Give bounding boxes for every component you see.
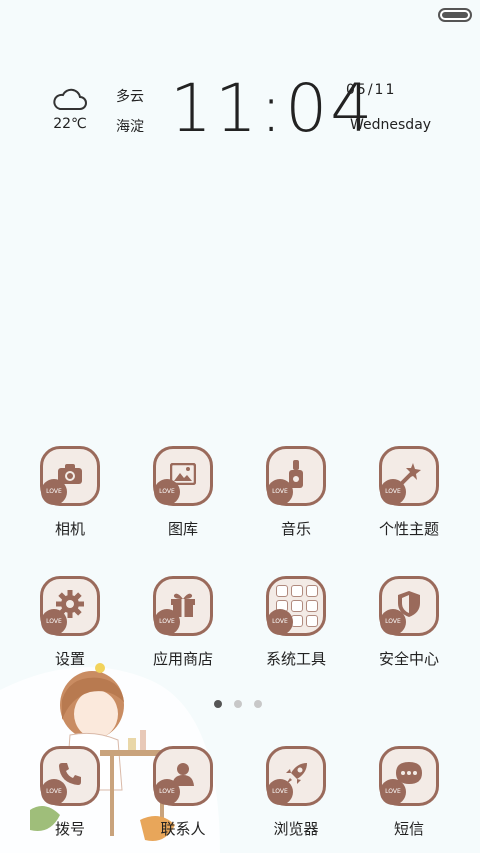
love-badge: LOVE xyxy=(154,779,180,805)
love-badge: LOVE xyxy=(380,609,406,635)
app-label: 拨号 xyxy=(54,820,85,838)
app-label: 音乐 xyxy=(280,520,311,538)
app-label: 浏览器 xyxy=(273,820,319,838)
app-grid: LOVE 相机 LOVE 图库 LOVE 音乐 LOVE 个性主题 LOVE 设… xyxy=(0,0,480,853)
app-label: 图库 xyxy=(167,520,198,538)
love-badge: LOVE xyxy=(154,609,180,635)
page-dot-2[interactable] xyxy=(234,700,242,708)
app-label: 短信 xyxy=(393,820,424,838)
app-system-tools[interactable]: LOVE 系统工具 xyxy=(246,576,346,669)
app-contacts[interactable]: LOVE 联系人 xyxy=(133,746,233,839)
app-messages[interactable]: LOVE 短信 xyxy=(359,746,459,839)
app-label: 相机 xyxy=(54,520,85,538)
app-music[interactable]: LOVE 音乐 xyxy=(246,446,346,539)
love-badge: LOVE xyxy=(380,779,406,805)
love-badge: LOVE xyxy=(380,479,406,505)
app-gallery[interactable]: LOVE 图库 xyxy=(133,446,233,539)
app-camera[interactable]: LOVE 相机 xyxy=(20,446,120,539)
app-label: 安全中心 xyxy=(378,650,439,668)
page-indicator[interactable] xyxy=(214,700,266,708)
app-dialer[interactable]: LOVE 拨号 xyxy=(20,746,120,839)
love-badge: LOVE xyxy=(41,779,67,805)
page-dot-3[interactable] xyxy=(254,700,262,708)
love-badge: LOVE xyxy=(41,609,67,635)
app-security[interactable]: LOVE 安全中心 xyxy=(359,576,459,669)
app-label: 个性主题 xyxy=(378,520,439,538)
love-badge: LOVE xyxy=(154,479,180,505)
app-store[interactable]: LOVE 应用商店 xyxy=(133,576,233,669)
app-label: 联系人 xyxy=(160,820,206,838)
love-badge: LOVE xyxy=(267,609,293,635)
page-dot-1[interactable] xyxy=(214,700,222,708)
app-label: 系统工具 xyxy=(265,650,326,668)
love-badge: LOVE xyxy=(267,479,293,505)
app-label: 应用商店 xyxy=(152,650,213,668)
love-badge: LOVE xyxy=(41,479,67,505)
love-badge: LOVE xyxy=(267,779,293,805)
app-label: 设置 xyxy=(54,650,85,668)
app-themes[interactable]: LOVE 个性主题 xyxy=(359,446,459,539)
app-browser[interactable]: LOVE 浏览器 xyxy=(246,746,346,839)
app-settings[interactable]: LOVE 设置 xyxy=(20,576,120,669)
